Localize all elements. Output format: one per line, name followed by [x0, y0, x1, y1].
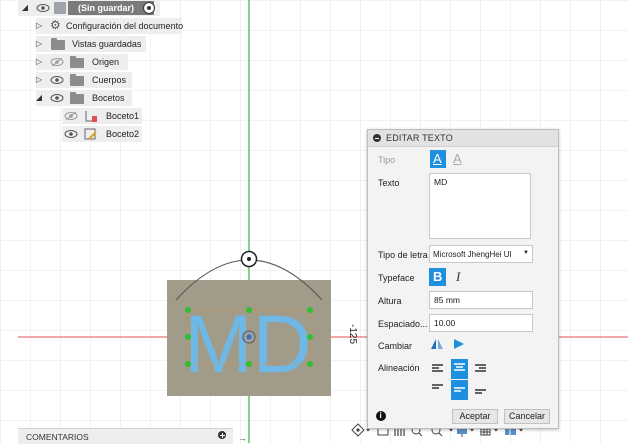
text-input[interactable]: MD	[429, 173, 531, 239]
info-glyph: i	[379, 411, 382, 420]
comments-bar[interactable]: COMENTARIOS	[18, 428, 233, 444]
sketch-locked-icon	[84, 110, 98, 125]
flip-vertical-icon[interactable]	[452, 337, 466, 353]
dialog-header[interactable]: EDITAR TEXTO	[368, 130, 558, 147]
align-right-top-icon[interactable]	[473, 361, 489, 377]
expand-triangle-icon[interactable]: ▷	[34, 56, 44, 68]
cancel-button[interactable]: Cancelar	[504, 409, 550, 424]
eye-hidden-icon[interactable]	[64, 110, 78, 124]
align-center-top-icon[interactable]	[451, 359, 468, 379]
collapse-triangle-icon[interactable]: ◢	[20, 2, 30, 14]
eye-icon[interactable]	[50, 92, 64, 106]
altura-value: 85 mm	[434, 295, 460, 305]
info-icon[interactable]: i	[376, 411, 386, 421]
espaciado-input[interactable]: 10.00	[429, 314, 533, 332]
tipo-label: Tipo	[378, 155, 396, 165]
expand-triangle-icon[interactable]: ▷	[34, 20, 44, 32]
espaciado-label: Espaciado...	[378, 319, 428, 329]
browser-root-row[interactable]: ◢ (Sin guardar)	[18, 0, 160, 16]
text-type-button[interactable]: A	[430, 150, 446, 168]
italic-glyph: I	[456, 269, 461, 284]
add-comment-icon[interactable]	[218, 431, 226, 439]
sketch-edit-icon	[84, 128, 98, 143]
expand-triangle-icon[interactable]: ▷	[34, 38, 44, 50]
text-type-glyph: A	[433, 151, 442, 166]
activate-radio-icon[interactable]	[143, 2, 155, 14]
eye-icon[interactable]	[50, 74, 64, 88]
tree-item-label: Boceto1	[106, 111, 140, 121]
tree-item-configuracion[interactable]: ▷ ⚙ Configuración del documento	[34, 18, 184, 34]
tree-item-cuerpos[interactable]: ▷ Cuerpos	[36, 72, 132, 88]
collapse-triangle-icon[interactable]: ◢	[34, 92, 44, 104]
text-path-glyph: A	[453, 151, 462, 166]
accept-button[interactable]: Aceptar	[452, 409, 498, 424]
align-middle-icon[interactable]	[430, 380, 446, 396]
eye-icon[interactable]	[36, 2, 50, 16]
tree-item-boceto2[interactable]: Boceto2	[62, 126, 142, 142]
cambiar-label: Cambiar	[378, 341, 413, 351]
altura-input[interactable]: 85 mm	[429, 291, 533, 309]
espaciado-value: 10.00	[434, 318, 456, 328]
tree-item-label: Vistas guardadas	[72, 39, 142, 49]
texto-label: Texto	[378, 178, 400, 188]
chevron-down-icon: ▼	[523, 250, 529, 256]
italic-button[interactable]: I	[451, 268, 468, 286]
text-along-path-button[interactable]: A	[450, 150, 466, 168]
altura-label: Altura	[378, 296, 402, 306]
bold-glyph: B	[433, 269, 443, 284]
font-select[interactable]: Microsoft JhengHei UI ▼	[429, 245, 533, 263]
folder-icon	[70, 74, 84, 86]
eye-icon[interactable]	[64, 128, 78, 142]
text-input-value: MD	[434, 177, 448, 187]
tree-item-label: Origen	[92, 57, 120, 67]
dimension-label[interactable]: -125	[347, 324, 358, 344]
comments-arrow-icon: →	[238, 433, 247, 443]
tree-item-label: Bocetos	[92, 93, 125, 103]
expand-triangle-icon[interactable]: ▷	[34, 74, 44, 86]
root-label: (Sin guardar)	[78, 3, 135, 13]
bold-button[interactable]: B	[429, 268, 446, 286]
folder-icon	[51, 38, 65, 50]
typeface-label: Typeface	[378, 273, 415, 283]
move-handle-icon[interactable]	[242, 330, 256, 344]
flip-horizontal-icon[interactable]	[430, 337, 444, 353]
dialog-title: EDITAR TEXTO	[386, 133, 453, 143]
alineacion-label: Alineación	[378, 363, 420, 373]
document-icon	[54, 2, 66, 14]
comments-label: COMENTARIOS	[26, 432, 89, 442]
tree-item-boceto1[interactable]: Boceto1	[62, 108, 142, 124]
collapse-dialog-icon[interactable]	[373, 134, 381, 142]
tree-item-label: Boceto2	[106, 129, 140, 139]
eye-hidden-icon[interactable]	[50, 56, 64, 70]
tree-item-origen[interactable]: ▷ Origen	[36, 54, 128, 70]
tree-item-label: Cuerpos	[92, 75, 127, 85]
align-left-top-icon[interactable]	[430, 361, 446, 377]
folder-icon	[70, 56, 84, 68]
folder-icon	[70, 92, 84, 104]
tree-item-label: Configuración del documento	[66, 21, 184, 31]
tree-item-vistas-guardadas[interactable]: ▷ Vistas guardadas	[36, 36, 146, 52]
font-label: Tipo de letra	[378, 250, 428, 260]
rotate-handle-icon[interactable]	[240, 250, 258, 268]
font-select-value: Microsoft JhengHei UI	[433, 250, 512, 259]
gear-icon: ⚙	[50, 18, 61, 32]
tree-item-bocetos[interactable]: ◢ Bocetos	[36, 90, 132, 106]
align-middle-selected-icon[interactable]	[451, 380, 468, 400]
edit-text-dialog: EDITAR TEXTO Tipo A A Texto MD Tipo de l…	[367, 129, 559, 429]
align-bottom-icon[interactable]	[473, 384, 489, 400]
